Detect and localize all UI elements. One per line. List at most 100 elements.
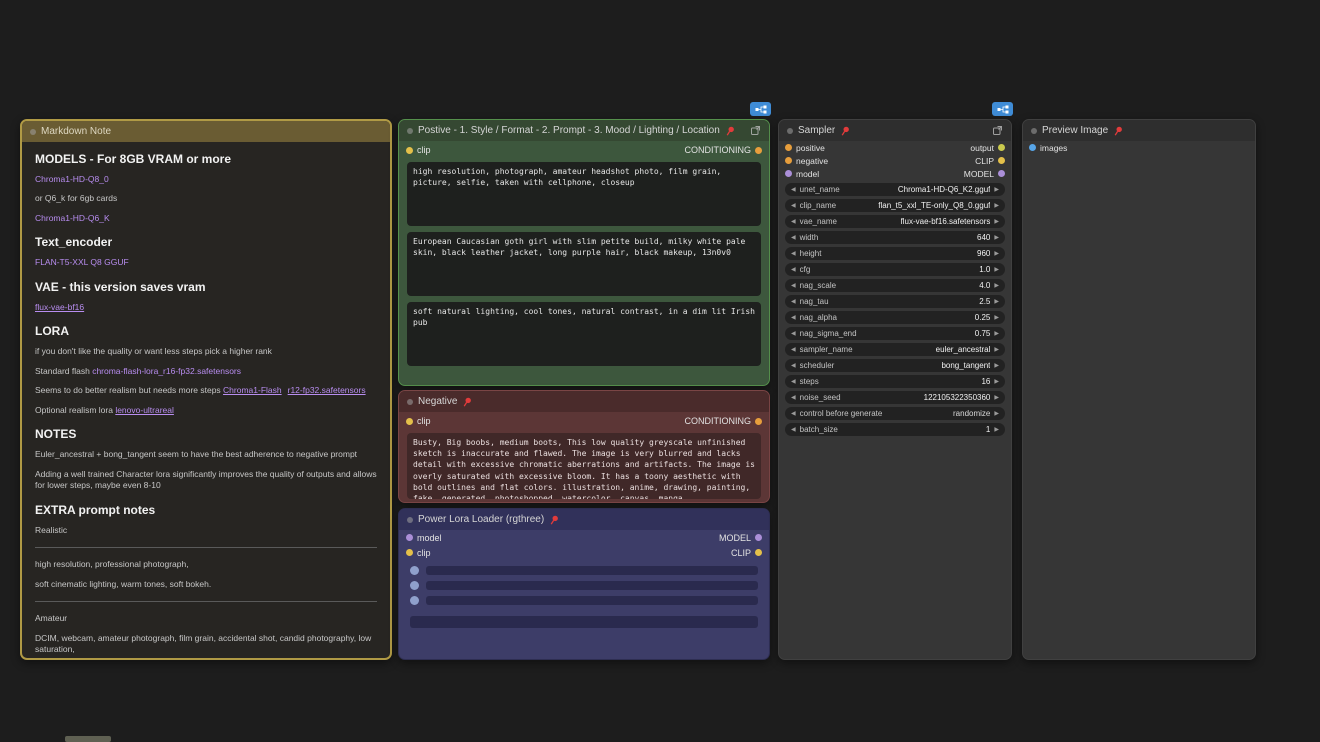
- conditioning-dot-icon[interactable]: [785, 157, 792, 164]
- md-link[interactable]: lenovo-ultrareal: [115, 405, 174, 415]
- decrement-arrow-icon[interactable]: ◀: [791, 411, 796, 417]
- input-slot-negative[interactable]: negative: [785, 156, 828, 166]
- model-dot-icon[interactable]: [755, 534, 762, 541]
- input-slot-model[interactable]: model: [406, 533, 442, 543]
- output-slot-clip[interactable]: CLIP: [975, 156, 1005, 166]
- widget-noise-seed[interactable]: ◀noise_seed122105322350360▶: [785, 391, 1005, 404]
- input-slot-clip[interactable]: clip: [406, 548, 431, 558]
- conditioning-dot-icon[interactable]: [755, 418, 762, 425]
- node-positive-prompt[interactable]: Postive - 1. Style / Format - 2. Prompt …: [398, 119, 770, 386]
- input-slot-images[interactable]: images: [1029, 143, 1067, 153]
- increment-arrow-icon[interactable]: ▶: [994, 235, 999, 241]
- input-slot-model[interactable]: model: [785, 169, 819, 179]
- widget-nag-sigma-end[interactable]: ◀nag_sigma_end0.75▶: [785, 327, 1005, 340]
- lora-slot-bar[interactable]: [426, 566, 758, 575]
- md-link[interactable]: Chroma1-HD-Q6_K: [35, 213, 110, 223]
- widget-scheduler[interactable]: ◀schedulerbong_tangent▶: [785, 359, 1005, 372]
- clip-dot-icon[interactable]: [406, 147, 413, 154]
- increment-arrow-icon[interactable]: ▶: [994, 427, 999, 433]
- group-node-badge[interactable]: [992, 102, 1013, 116]
- output-slot-conditioning[interactable]: CONDITIONING: [685, 416, 763, 426]
- decrement-arrow-icon[interactable]: ◀: [791, 347, 796, 353]
- clip-dot-icon[interactable]: [406, 549, 413, 556]
- lora-slot-bar[interactable]: [426, 581, 758, 590]
- widget-vae-name[interactable]: ◀vae_nameflux-vae-bf16.safetensors▶: [785, 215, 1005, 228]
- model-dot-icon[interactable]: [998, 170, 1005, 177]
- md-link[interactable]: Chroma1-HD-Q8_0: [35, 174, 109, 184]
- output-slot-clip[interactable]: CLIP: [731, 548, 762, 558]
- widget-cfg[interactable]: ◀cfg1.0▶: [785, 263, 1005, 276]
- markdown-content[interactable]: MODELS - For 8GB VRAM or more Chroma1-HD…: [22, 142, 390, 658]
- node-sampler[interactable]: Sampler positive output negative CLIP mo…: [778, 119, 1012, 660]
- md-link[interactable]: chroma-flash-lora_r16-fp32.safetensors: [92, 366, 241, 376]
- node-header[interactable]: Postive - 1. Style / Format - 2. Prompt …: [399, 120, 769, 141]
- widget-control-before-generate[interactable]: ◀control before generaterandomize▶: [785, 407, 1005, 420]
- md-link[interactable]: flux-vae-bf16: [35, 302, 84, 312]
- decrement-arrow-icon[interactable]: ◀: [791, 283, 796, 289]
- decrement-arrow-icon[interactable]: ◀: [791, 235, 796, 241]
- conditioning-dot-icon[interactable]: [785, 144, 792, 151]
- increment-arrow-icon[interactable]: ▶: [994, 187, 999, 193]
- lora-slot-row[interactable]: [399, 596, 769, 605]
- lora-toggle[interactable]: [410, 596, 419, 605]
- widget-nag-tau[interactable]: ◀nag_tau2.5▶: [785, 295, 1005, 308]
- node-preview-image[interactable]: Preview Image images: [1022, 119, 1256, 660]
- clip-dot-icon[interactable]: [998, 157, 1005, 164]
- output-slot-model[interactable]: MODEL: [719, 533, 762, 543]
- collapse-dot[interactable]: [407, 128, 413, 134]
- model-dot-icon[interactable]: [785, 170, 792, 177]
- lora-slot-row[interactable]: [399, 566, 769, 575]
- increment-arrow-icon[interactable]: ▶: [994, 283, 999, 289]
- input-slot-positive[interactable]: positive: [785, 143, 825, 153]
- decrement-arrow-icon[interactable]: ◀: [791, 203, 796, 209]
- node-header[interactable]: Sampler: [779, 120, 1011, 141]
- add-lora-bar[interactable]: [410, 616, 758, 628]
- collapse-dot[interactable]: [407, 517, 413, 523]
- decrement-arrow-icon[interactable]: ◀: [791, 395, 796, 401]
- conditioning-dot-icon[interactable]: [755, 147, 762, 154]
- widget-sampler-name[interactable]: ◀sampler_nameeuler_ancestral▶: [785, 343, 1005, 356]
- decrement-arrow-icon[interactable]: ◀: [791, 299, 796, 305]
- decrement-arrow-icon[interactable]: ◀: [791, 363, 796, 369]
- collapse-dot[interactable]: [30, 129, 36, 135]
- clip-dot-icon[interactable]: [755, 549, 762, 556]
- increment-arrow-icon[interactable]: ▶: [994, 379, 999, 385]
- increment-arrow-icon[interactable]: ▶: [994, 203, 999, 209]
- increment-arrow-icon[interactable]: ▶: [994, 251, 999, 257]
- increment-arrow-icon[interactable]: ▶: [994, 395, 999, 401]
- increment-arrow-icon[interactable]: ▶: [994, 315, 999, 321]
- group-node-badge[interactable]: [750, 102, 771, 116]
- output-slot-model[interactable]: MODEL: [964, 169, 1005, 179]
- model-dot-icon[interactable]: [406, 534, 413, 541]
- lora-slot-row[interactable]: [399, 581, 769, 590]
- expand-icon[interactable]: [750, 125, 761, 136]
- decrement-arrow-icon[interactable]: ◀: [791, 219, 796, 225]
- widget-height[interactable]: ◀height960▶: [785, 247, 1005, 260]
- output-dot-icon[interactable]: [998, 144, 1005, 151]
- collapse-dot[interactable]: [407, 399, 413, 405]
- increment-arrow-icon[interactable]: ▶: [994, 411, 999, 417]
- increment-arrow-icon[interactable]: ▶: [994, 219, 999, 225]
- image-dot-icon[interactable]: [1029, 144, 1036, 151]
- md-link[interactable]: Chroma1-Flash: [223, 385, 282, 395]
- input-slot-clip[interactable]: clip: [406, 416, 431, 426]
- increment-arrow-icon[interactable]: ▶: [994, 363, 999, 369]
- output-slot-output[interactable]: output: [970, 143, 1005, 153]
- decrement-arrow-icon[interactable]: ◀: [791, 379, 796, 385]
- increment-arrow-icon[interactable]: ▶: [994, 331, 999, 337]
- node-header[interactable]: Negative: [399, 391, 769, 412]
- decrement-arrow-icon[interactable]: ◀: [791, 331, 796, 337]
- collapse-dot[interactable]: [1031, 128, 1037, 134]
- lora-slot-bar[interactable]: [426, 596, 758, 605]
- decrement-arrow-icon[interactable]: ◀: [791, 315, 796, 321]
- output-slot-conditioning[interactable]: CONDITIONING: [685, 145, 763, 155]
- decrement-arrow-icon[interactable]: ◀: [791, 427, 796, 433]
- node-negative-prompt[interactable]: Negative clip CONDITIONING Busty, Big bo…: [398, 390, 770, 503]
- expand-icon[interactable]: [992, 125, 1003, 136]
- widget-nag-alpha[interactable]: ◀nag_alpha0.25▶: [785, 311, 1005, 324]
- widget-clip-name[interactable]: ◀clip_nameflan_t5_xxl_TE-only_Q8_0.gguf▶: [785, 199, 1005, 212]
- md-link[interactable]: FLAN-T5-XXL Q8 GGUF: [35, 257, 129, 267]
- input-slot-clip[interactable]: clip: [406, 145, 431, 155]
- decrement-arrow-icon[interactable]: ◀: [791, 251, 796, 257]
- node-header[interactable]: Markdown Note: [22, 121, 390, 142]
